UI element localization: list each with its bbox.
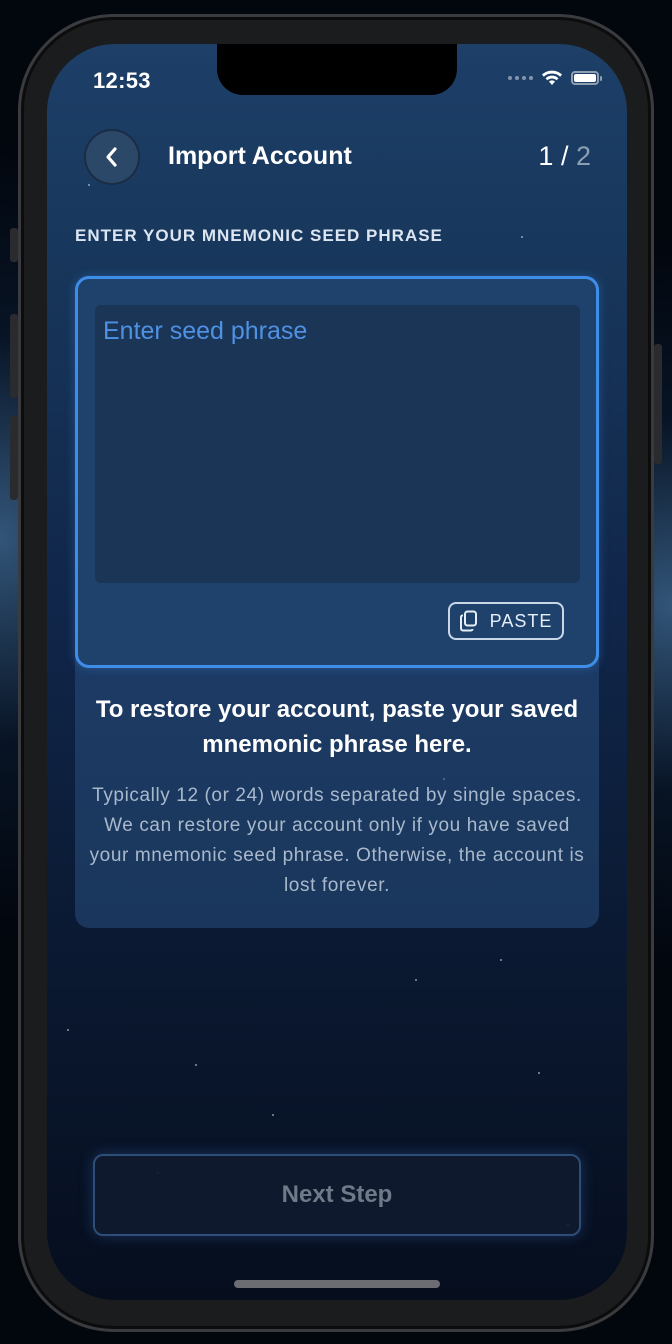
step-total: 2 <box>575 141 591 171</box>
page-title: Import Account <box>168 142 352 170</box>
back-button[interactable] <box>84 129 140 185</box>
step-indicator: 1 / 2 <box>538 141 591 172</box>
mute-switch <box>10 228 18 262</box>
step-current: 1 <box>538 141 554 171</box>
status-icons <box>508 70 602 86</box>
device-notch <box>217 44 457 95</box>
seed-input-container: PASTE <box>75 276 599 668</box>
copy-icon <box>459 610 477 632</box>
power-button <box>654 344 662 464</box>
paste-label: PASTE <box>489 610 553 631</box>
battery-icon <box>571 71 602 85</box>
seed-phrase-input[interactable] <box>95 305 580 583</box>
chevron-left-icon <box>106 147 117 167</box>
home-indicator[interactable] <box>234 1280 440 1288</box>
volume-down-button <box>10 416 18 500</box>
phone-screen: 12:53 Import Account 1 / 2 ENTER YOUR MN… <box>47 44 627 1300</box>
status-time: 12:53 <box>93 68 151 93</box>
wifi-icon <box>542 70 562 85</box>
info-body: Typically 12 (or 24) words separated by … <box>89 785 585 896</box>
signal-dots-icon <box>508 76 533 80</box>
section-label: ENTER YOUR MNEMONIC SEED PHRASE <box>75 226 443 245</box>
volume-up-button <box>10 314 18 398</box>
paste-button[interactable]: PASTE <box>448 602 564 640</box>
step-separator: / <box>553 141 576 171</box>
info-headline: To restore your account, paste your save… <box>95 696 579 758</box>
next-step-button[interactable]: Next Step <box>93 1154 581 1236</box>
